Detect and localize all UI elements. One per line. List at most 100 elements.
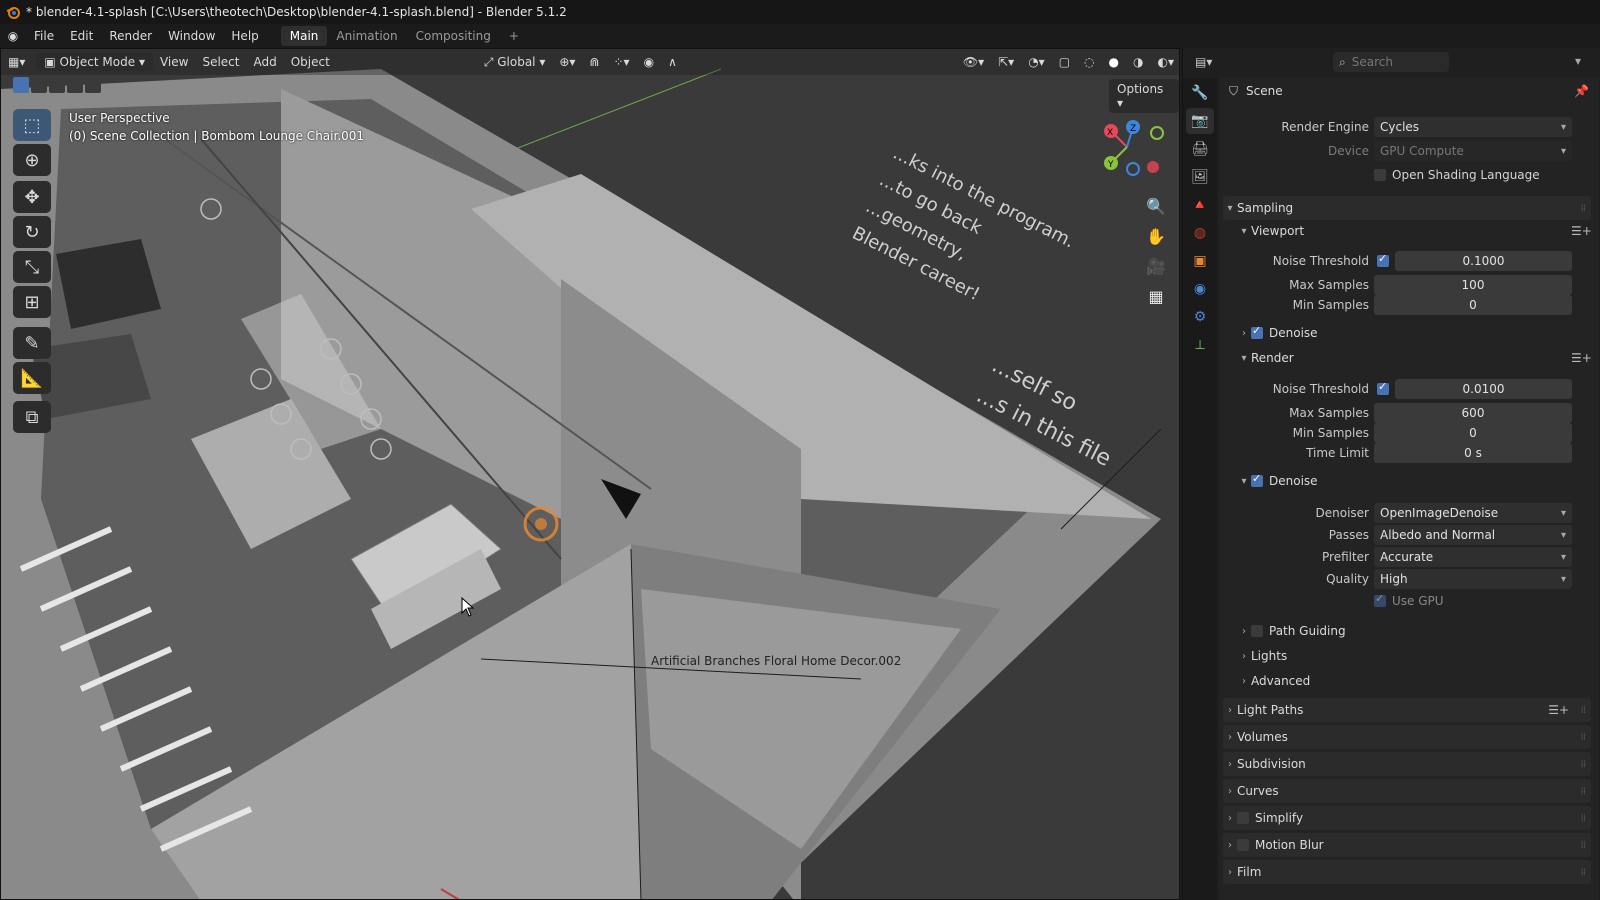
transform-tool[interactable]: ⊞ (13, 286, 51, 318)
quality-dropdown[interactable]: High ▾ (1374, 569, 1572, 589)
gizmo-neg-x[interactable] (1147, 161, 1159, 173)
add-workspace-button[interactable]: + (500, 26, 528, 46)
r-max-samples-field[interactable]: 600 (1374, 403, 1572, 423)
simplify-checkbox[interactable] (1237, 812, 1249, 824)
r-noise-threshold-checkbox[interactable] (1377, 380, 1389, 395)
r-time-limit-field[interactable]: 0 s (1374, 443, 1572, 463)
select-subtract-icon[interactable] (49, 77, 65, 93)
xray-toggle-icon[interactable]: ▢ (1052, 55, 1077, 69)
overlay-toggle-icon[interactable]: ◔▾ (1021, 55, 1052, 69)
zoom-icon[interactable]: 🔍 (1143, 193, 1169, 219)
proportional-edit-icon[interactable]: ◉ (637, 55, 661, 69)
sampling-panel-header[interactable]: ▾ Sampling ⁞⁞ (1223, 196, 1591, 220)
object-tab-icon[interactable]: ▣ (1186, 248, 1214, 274)
advanced-subpanel-header[interactable]: › Advanced (1237, 674, 1310, 688)
scene-tab-icon[interactable]: 🔺 (1186, 192, 1214, 218)
render-tab-icon[interactable]: 📷 (1186, 108, 1214, 134)
add-cube-tool[interactable]: ⧉ (13, 401, 51, 433)
menu-add[interactable]: Add (246, 55, 283, 69)
workspace-tab-compositing[interactable]: Compositing (407, 26, 500, 46)
editor-type-properties-icon[interactable]: ▤▾ (1195, 55, 1212, 69)
properties-search[interactable]: ⌕ Search (1333, 52, 1449, 72)
pin-icon[interactable]: 📌 (1574, 84, 1589, 98)
mode-selector[interactable]: ▣ Object Mode ▾ (36, 53, 153, 71)
measure-tool[interactable]: 📐 (13, 362, 51, 394)
drag-handle-icon[interactable]: ⁞⁞ (1581, 705, 1586, 716)
select-invert-icon[interactable] (67, 77, 83, 93)
lights-subpanel-header[interactable]: › Lights (1237, 649, 1287, 663)
world-tab-icon[interactable]: ◍ (1186, 220, 1214, 246)
presets-icon[interactable]: ☰+ (1571, 224, 1592, 238)
vp-denoise-subpanel-header[interactable]: › Denoise (1237, 324, 1318, 340)
workspace-tab-main[interactable]: Main (280, 26, 328, 46)
select-extend-icon[interactable] (31, 77, 47, 93)
view-layer-tab-icon[interactable]: 🖼 (1186, 164, 1214, 190)
transform-orientation-dropdown[interactable]: ⤢ Global ▾ (477, 55, 553, 70)
menu-view[interactable]: View (153, 55, 195, 69)
pan-hand-icon[interactable]: ✋ (1143, 223, 1169, 249)
denoise-checkbox[interactable] (1251, 472, 1263, 487)
camera-view-icon[interactable]: 🎥 (1143, 253, 1169, 279)
drag-handle-icon[interactable]: ⁞⁞ (1581, 867, 1586, 878)
use-gpu-checkbox[interactable] (1374, 592, 1386, 607)
select-intersect-icon[interactable] (85, 77, 101, 93)
falloff-icon[interactable]: ∧ (661, 55, 684, 69)
render-subpanel-header[interactable]: ▾ Render (1237, 351, 1293, 365)
vp-min-samples-field[interactable]: 0 (1374, 295, 1572, 315)
menu-edit[interactable]: Edit (62, 29, 101, 43)
osl-checkbox[interactable] (1374, 169, 1386, 181)
3d-viewport[interactable]: ...ks into the program. ...to go back ..… (0, 48, 1180, 900)
drag-handle-icon[interactable]: ⁞⁞ (1581, 840, 1586, 851)
scale-tool[interactable]: ⤡ (13, 251, 51, 283)
motion-blur-panel-header[interactable]: › Motion Blur ⁞⁞ (1223, 833, 1591, 857)
select-new-icon[interactable] (13, 77, 29, 93)
editor-type-icon[interactable]: ▦▾ (1, 55, 32, 69)
annotate-tool[interactable]: ✎ (13, 327, 51, 359)
constraints-tab-icon[interactable]: ⚙ (1186, 304, 1214, 330)
presets-icon[interactable]: ☰+ (1548, 703, 1569, 717)
vp-noise-threshold-field[interactable]: 0.1000 (1395, 251, 1572, 271)
vp-noise-threshold-checkbox[interactable] (1377, 252, 1389, 267)
drag-handle-icon[interactable]: ⁞⁞ (1581, 786, 1586, 797)
r-noise-threshold-field[interactable]: 0.0100 (1395, 379, 1572, 399)
menu-object[interactable]: Object (284, 55, 337, 69)
tool-tab-icon[interactable]: 🔧 (1186, 80, 1214, 106)
pivot-point-icon[interactable]: ⊕▾ (552, 55, 582, 69)
path-guiding-checkbox[interactable] (1251, 625, 1263, 637)
prefilter-dropdown[interactable]: Accurate ▾ (1374, 547, 1572, 567)
gizmo-neg-z[interactable] (1126, 162, 1140, 176)
denoise-subpanel-header[interactable]: ▾ Denoise (1237, 472, 1317, 488)
subdivision-panel-header[interactable]: › Subdivision ⁞⁞ (1223, 752, 1591, 776)
drag-handle-icon[interactable]: ⁞⁞ (1581, 203, 1586, 214)
physics-tab-icon[interactable]: ◉ (1186, 276, 1214, 302)
drag-handle-icon[interactable]: ⁞⁞ (1581, 759, 1586, 770)
menu-select[interactable]: Select (195, 55, 246, 69)
volumes-panel-header[interactable]: › Volumes ⁞⁞ (1223, 725, 1591, 749)
data-tab-icon[interactable]: ⟂ (1186, 332, 1214, 358)
snap-icon[interactable]: ⋒ (582, 55, 606, 69)
vp-max-samples-field[interactable]: 100 (1374, 275, 1572, 295)
r-min-samples-field[interactable]: 0 (1374, 423, 1572, 443)
options-dropdown[interactable]: Options ▾ (1109, 79, 1179, 113)
gizmo-neg-y[interactable] (1150, 126, 1164, 140)
solid-shading-icon[interactable]: ● (1102, 55, 1126, 69)
snap-target-icon[interactable]: ⁘▾ (607, 55, 637, 69)
menu-render[interactable]: Render (101, 29, 160, 43)
output-tab-icon[interactable]: 🖨 (1186, 136, 1214, 162)
wireframe-shading-icon[interactable]: ◌ (1077, 55, 1101, 69)
select-box-tool[interactable]: ⬚ (13, 109, 51, 141)
rendered-shading-icon[interactable]: ◐▾ (1151, 55, 1180, 69)
cursor-tool[interactable]: ⊕ (13, 144, 51, 176)
menu-window[interactable]: Window (160, 29, 223, 43)
motion-blur-checkbox[interactable] (1237, 839, 1249, 851)
simplify-panel-header[interactable]: › Simplify ⁞⁞ (1223, 806, 1591, 830)
film-panel-header[interactable]: › Film ⁞⁞ (1223, 860, 1591, 884)
rotate-tool[interactable]: ↻ (13, 216, 51, 248)
light-paths-panel-header[interactable]: › Light Paths ☰+ ⁞⁞ (1223, 698, 1591, 722)
workspace-tab-animation[interactable]: Animation (327, 26, 406, 46)
drag-handle-icon[interactable]: ⁞⁞ (1581, 732, 1586, 743)
presets-icon[interactable]: ☰+ (1571, 351, 1592, 365)
path-guiding-subpanel-header[interactable]: › Path Guiding (1237, 624, 1346, 638)
menu-help[interactable]: Help (223, 29, 266, 43)
device-dropdown[interactable]: GPU Compute ▾ (1374, 141, 1572, 161)
